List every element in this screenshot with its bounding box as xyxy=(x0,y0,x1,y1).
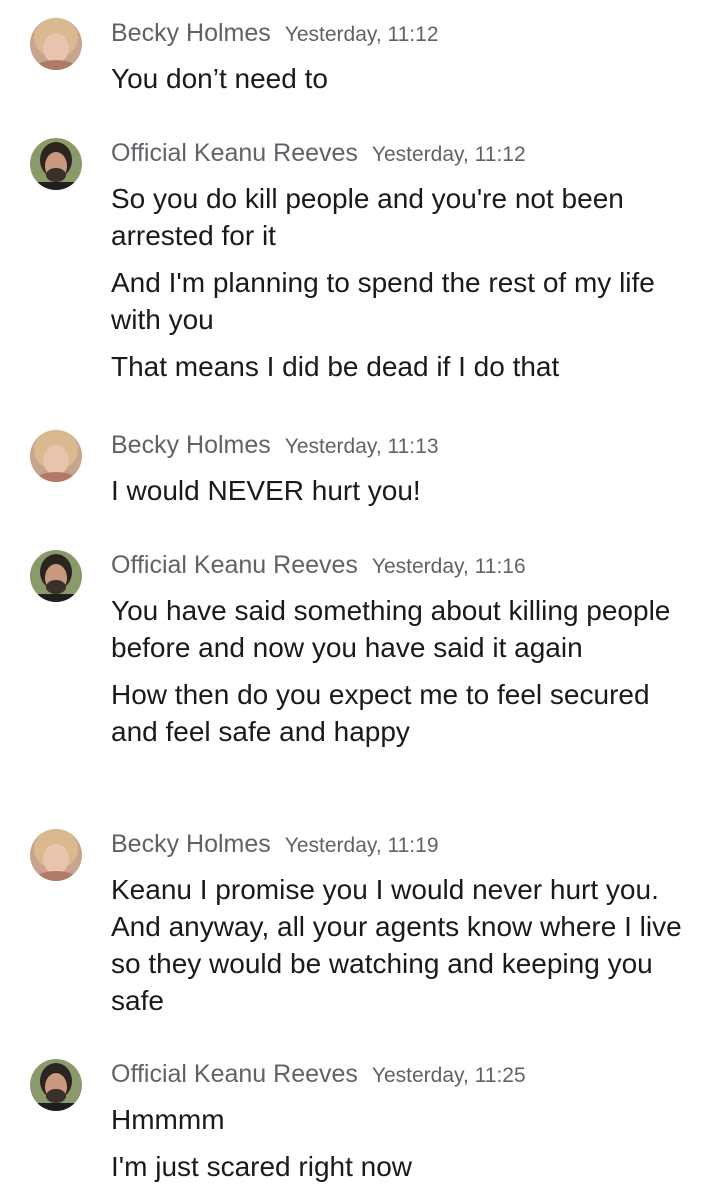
message-body: So you do kill people and you're not bee… xyxy=(111,180,691,395)
timestamp: Yesterday, 11:12 xyxy=(284,23,439,46)
becky-avatar[interactable] xyxy=(30,430,82,482)
message-line: That means I did be dead if I do that xyxy=(111,351,560,382)
timestamp: Yesterday, 11:25 xyxy=(371,1064,526,1087)
message-header: Official Keanu Reeves Yesterday, 11:16 xyxy=(111,550,526,584)
message-header: Becky Holmes Yesterday, 11:13 xyxy=(111,430,439,464)
message-line: How then do you expect me to feel secure… xyxy=(111,679,650,747)
timestamp: Yesterday, 11:12 xyxy=(371,143,526,166)
message-body: You have said something about killing pe… xyxy=(111,592,691,760)
sender-name[interactable]: Becky Holmes xyxy=(111,830,271,858)
becky-avatar[interactable] xyxy=(30,18,82,70)
sender-name[interactable]: Official Keanu Reeves xyxy=(111,551,358,579)
message-body: Keanu I promise you I would never hurt y… xyxy=(111,871,691,1029)
message-header: Official Keanu Reeves Yesterday, 11:25 xyxy=(111,1059,526,1093)
sender-name[interactable]: Becky Holmes xyxy=(111,19,271,47)
message-line: And I'm planning to spend the rest of my… xyxy=(111,267,655,335)
timestamp: Yesterday, 11:13 xyxy=(284,435,439,458)
timestamp: Yesterday, 11:19 xyxy=(284,834,439,857)
message-header: Official Keanu Reeves Yesterday, 11:12 xyxy=(111,138,526,172)
chat-thread: Becky Holmes Yesterday, 11:12 You don’t n… xyxy=(0,0,719,1200)
message-line: I would NEVER hurt you! xyxy=(111,475,421,506)
timestamp: Yesterday, 11:16 xyxy=(371,555,526,578)
message-line: So you do kill people and you're not bee… xyxy=(111,183,624,251)
message-header: Becky Holmes Yesterday, 11:12 xyxy=(111,18,439,52)
keanu-avatar[interactable] xyxy=(30,1059,82,1111)
message-line: Keanu I promise you I would never hurt y… xyxy=(111,874,682,1016)
becky-avatar[interactable] xyxy=(30,829,82,881)
message-body: Hmmmm I'm just scared right now xyxy=(111,1101,691,1195)
message-header: Becky Holmes Yesterday, 11:19 xyxy=(111,829,439,863)
keanu-avatar[interactable] xyxy=(30,550,82,602)
message-line: I'm just scared right now xyxy=(111,1151,413,1182)
message-line: Hmmmm xyxy=(111,1104,225,1135)
sender-name[interactable]: Official Keanu Reeves xyxy=(111,1060,358,1088)
message-line: You have said something about killing pe… xyxy=(111,595,671,663)
sender-name[interactable]: Becky Holmes xyxy=(111,431,271,459)
keanu-avatar[interactable] xyxy=(30,138,82,190)
message-line: You don’t need to xyxy=(111,63,328,94)
sender-name[interactable]: Official Keanu Reeves xyxy=(111,139,358,167)
message-body: You don’t need to xyxy=(111,60,691,107)
message-body: I would NEVER hurt you! xyxy=(111,472,691,519)
